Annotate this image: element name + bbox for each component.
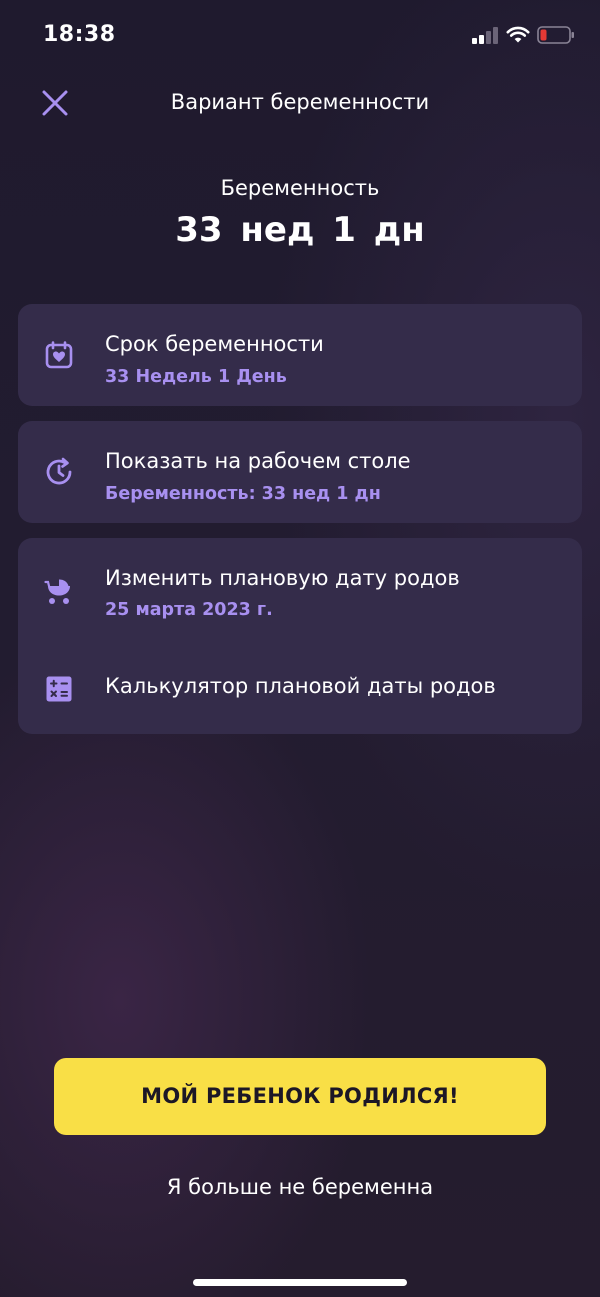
home-indicator xyxy=(193,1279,407,1286)
page-title: Вариант беременности xyxy=(170,90,430,114)
stroller-icon xyxy=(44,579,70,604)
due-date-card: Изменить плановую дату родов 25 марта 20… xyxy=(18,538,582,734)
header: Вариант беременности xyxy=(0,78,600,128)
change-due-date-row[interactable]: Изменить плановую дату родов 25 марта 20… xyxy=(18,538,582,638)
status-bar: 18:38 xyxy=(0,0,600,70)
due-date-calculator-row[interactable]: Калькулятор плановой даты родов xyxy=(18,656,582,720)
pregnancy-label: Беременность xyxy=(220,176,380,200)
term-subtitle: 33 Недель 1 День xyxy=(105,367,287,387)
status-time: 18:38 xyxy=(43,22,116,47)
due-date-value: 25 марта 2023 г. xyxy=(105,600,273,620)
change-due-date-title: Изменить плановую дату родов xyxy=(105,566,460,590)
pregnancy-value: 33 нед 1 дн xyxy=(175,210,425,250)
battery-low-icon xyxy=(537,26,574,44)
calculator-icon xyxy=(46,676,72,702)
baby-born-button[interactable]: МОЙ РЕБЕНОК РОДИЛСЯ! xyxy=(54,1058,546,1135)
clock-refresh-icon xyxy=(46,457,72,485)
widget-subtitle: Беременность: 33 нед 1 дн xyxy=(105,484,381,504)
not-pregnant-link[interactable]: Я больше не беременна xyxy=(0,1175,600,1199)
widget-card: Показать на рабочем столе Беременность: … xyxy=(18,421,582,523)
due-date-calculator-title: Калькулятор плановой даты родов xyxy=(105,674,496,698)
wifi-icon xyxy=(506,26,530,43)
term-card: Срок беременности 33 Недель 1 День xyxy=(18,304,582,406)
widget-row[interactable]: Показать на рабочем столе Беременность: … xyxy=(18,421,582,523)
widget-title: Показать на рабочем столе xyxy=(105,449,411,473)
term-title: Срок беременности xyxy=(105,332,324,356)
calendar-heart-icon xyxy=(45,341,73,369)
term-row[interactable]: Срок беременности 33 Недель 1 День xyxy=(18,304,582,406)
cellular-signal-icon xyxy=(472,26,500,44)
